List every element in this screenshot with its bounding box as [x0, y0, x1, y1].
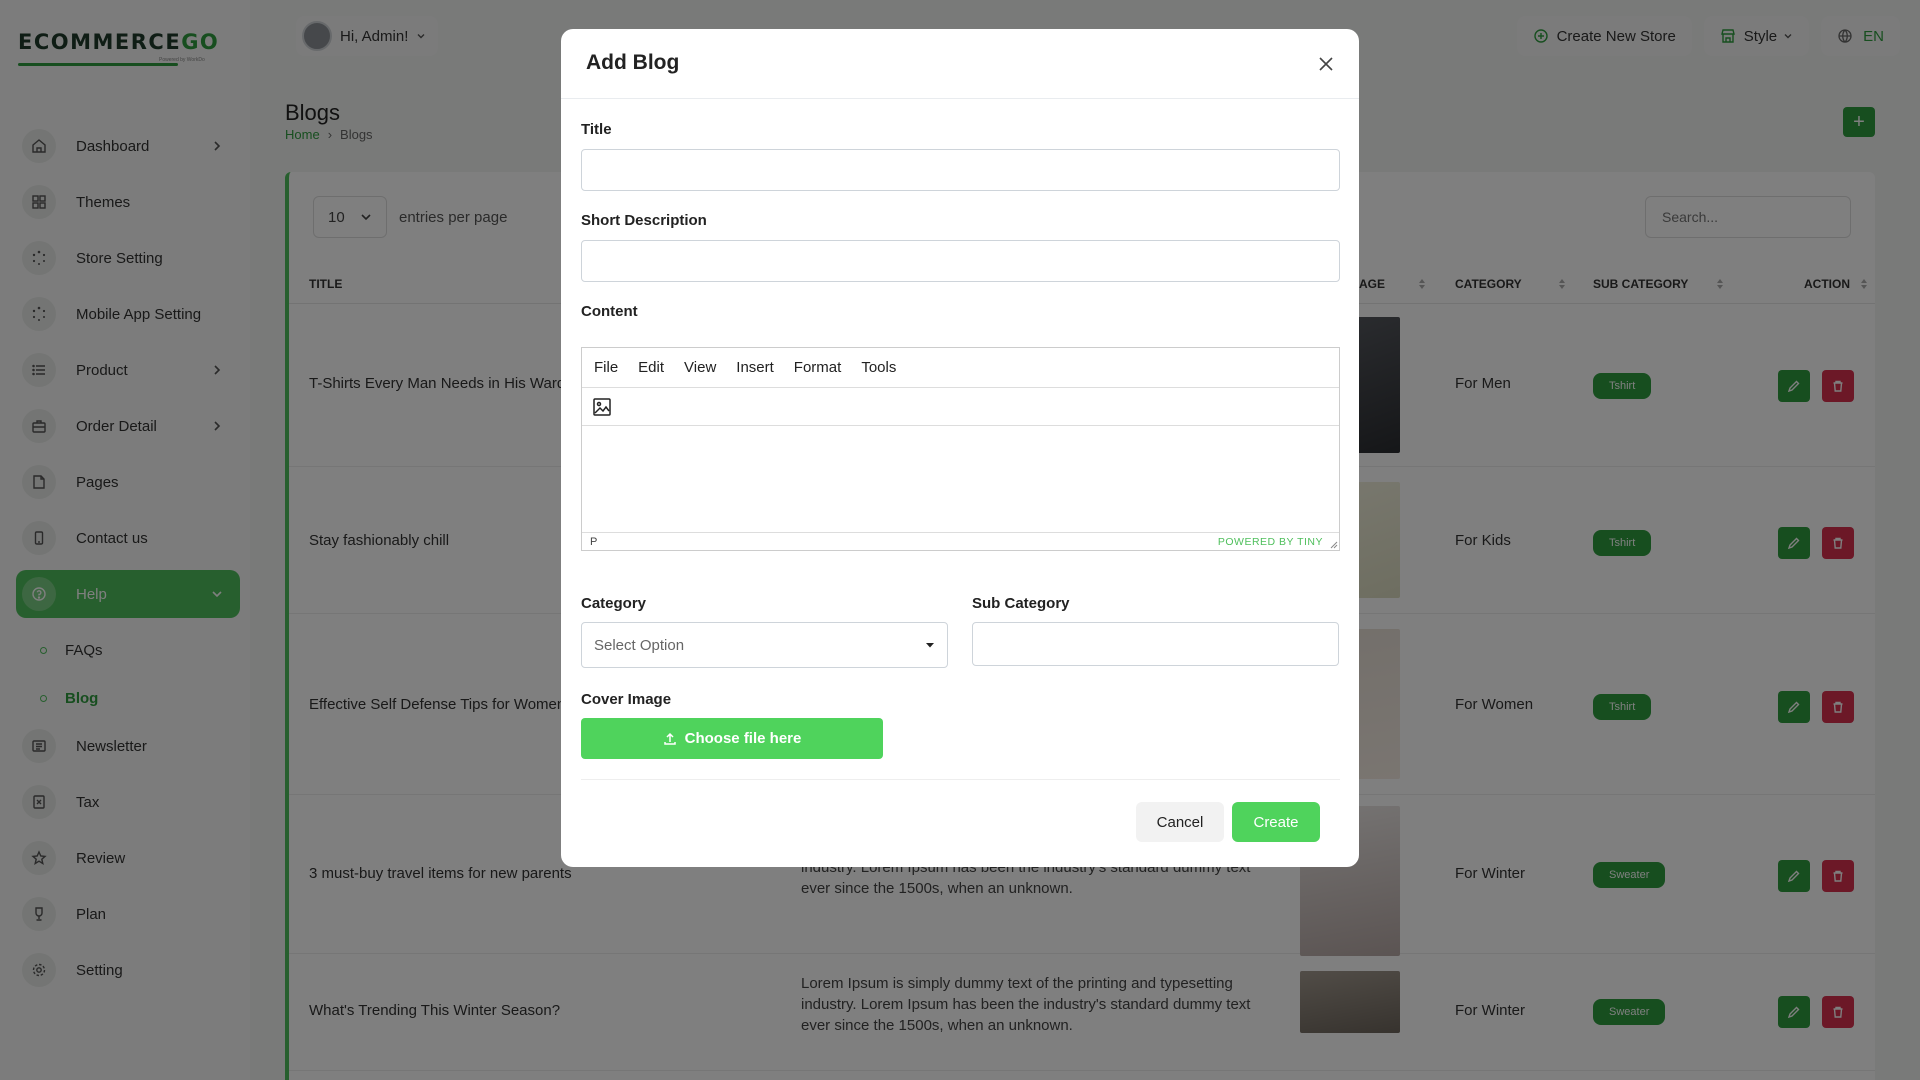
editor-menu-file[interactable]: File	[594, 359, 618, 376]
title-label: Title	[581, 121, 612, 138]
editor-toolbar	[582, 388, 1339, 426]
category-selected-value: Select Option	[594, 636, 685, 654]
category-label: Category	[581, 595, 647, 612]
editor-menu-edit[interactable]: Edit	[638, 359, 664, 376]
editor-menu-tools[interactable]: Tools	[861, 359, 896, 376]
short-description-field[interactable]	[581, 240, 1340, 282]
editor-menu-insert[interactable]: Insert	[736, 359, 774, 376]
title-field[interactable]	[581, 149, 1340, 191]
editor-statusbar: P POWERED BY TINY	[582, 532, 1339, 550]
short-description-label: Short Description	[581, 212, 707, 229]
choose-file-label: Choose file here	[684, 730, 802, 747]
upload-icon	[663, 732, 676, 745]
resize-handle-icon[interactable]	[1328, 539, 1338, 549]
insert-image-icon[interactable]	[592, 397, 612, 417]
editor-powered-by[interactable]: POWERED BY TINY	[1218, 536, 1323, 548]
category-select[interactable]: Select Option	[581, 622, 948, 668]
editor-menu-format[interactable]: Format	[794, 359, 842, 376]
modal-divider	[581, 779, 1340, 780]
sub-category-field[interactable]	[972, 622, 1339, 666]
modal-title: Add Blog	[586, 51, 680, 74]
editor-content-area[interactable]	[582, 426, 1339, 532]
cover-image-label: Cover Image	[581, 691, 672, 708]
caret-down-icon	[926, 643, 934, 648]
cancel-button[interactable]: Cancel	[1136, 802, 1224, 842]
content-label: Content	[581, 303, 638, 320]
add-blog-modal: Add Blog Title Short Description Content…	[561, 29, 1359, 867]
close-icon[interactable]	[1315, 53, 1337, 75]
editor-menu-view[interactable]: View	[684, 359, 716, 376]
editor-menubar: File Edit View Insert Format Tools	[582, 348, 1339, 388]
create-button[interactable]: Create	[1232, 802, 1320, 842]
rich-text-editor: File Edit View Insert Format Tools P POW…	[581, 347, 1340, 551]
sub-category-label: Sub Category	[972, 595, 1070, 612]
choose-file-button[interactable]: Choose file here	[581, 718, 883, 759]
editor-element-path: P	[590, 535, 598, 548]
modal-header: Add Blog	[561, 29, 1359, 99]
